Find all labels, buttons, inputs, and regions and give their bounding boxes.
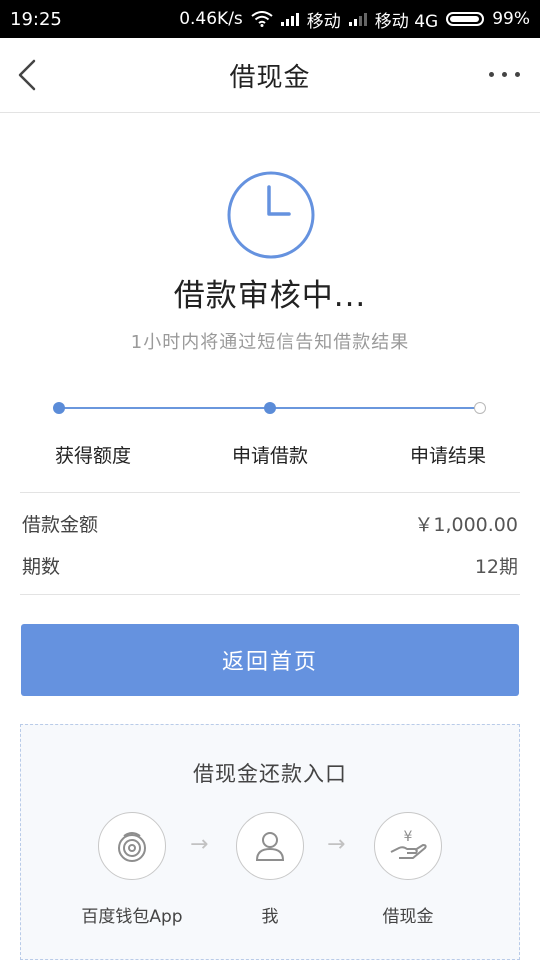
wifi-icon [251, 11, 273, 27]
carrier-2: 移动 4G [374, 11, 439, 32]
loan-amount-label: 借款金额 [22, 514, 99, 536]
carrier-1: 移动 [306, 11, 341, 32]
hand-yuan-icon[interactable]: ¥ [374, 812, 442, 880]
divider [20, 492, 520, 493]
network-speed: 0.46K/s [179, 9, 243, 29]
chevron-left-icon[interactable] [14, 58, 44, 92]
repay-item-label: 借现金 [382, 907, 434, 927]
baidu-wallet-icon[interactable] [98, 812, 166, 880]
step-label-2: 申请借款 [231, 445, 308, 467]
signal-icon [280, 12, 299, 26]
nav-bar: 借现金 [0, 38, 540, 113]
status-indicators: 0.46K/s 移动 移动 4G 99% [179, 7, 530, 32]
step-label-1: 获得额度 [54, 445, 131, 467]
user-icon[interactable] [236, 812, 304, 880]
signal-icon [348, 12, 367, 26]
arrow-right-icon: → [327, 832, 346, 857]
loan-amount-row: 借款金额 ￥1,000.00 [22, 510, 518, 537]
periods-value: 12期 [474, 556, 518, 578]
loan-amount-value: ￥1,000.00 [414, 514, 518, 536]
step-dot-2 [264, 402, 276, 414]
arrow-right-icon: → [190, 832, 209, 857]
repay-item-label: 我 [261, 907, 279, 927]
status-subtitle: 1小时内将通过短信告知借款结果 [130, 332, 410, 353]
step-dot-3 [474, 402, 486, 414]
repay-title: 借现金还款入口 [193, 762, 347, 786]
repay-item-label: 百度钱包App [81, 907, 183, 927]
page-title: 借现金 [229, 62, 311, 93]
periods-label: 期数 [22, 556, 61, 578]
clock-icon [227, 171, 315, 259]
return-home-button[interactable]: 返回首页 [21, 624, 519, 696]
status-time: 19:25 [10, 8, 62, 30]
battery-level: 99% [492, 9, 530, 29]
step-dot-1 [53, 402, 65, 414]
status-bar: 19:25 0.46K/s 移动 移动 4G 99% [0, 0, 540, 38]
step-label-3: 申请结果 [409, 445, 486, 467]
battery-icon [446, 12, 485, 26]
periods-row: 期数 12期 [22, 552, 518, 579]
svg-text:¥: ¥ [404, 829, 413, 845]
more-dots-icon[interactable] [489, 72, 520, 77]
divider [20, 594, 520, 595]
status-title: 借款审核中... [173, 278, 367, 314]
